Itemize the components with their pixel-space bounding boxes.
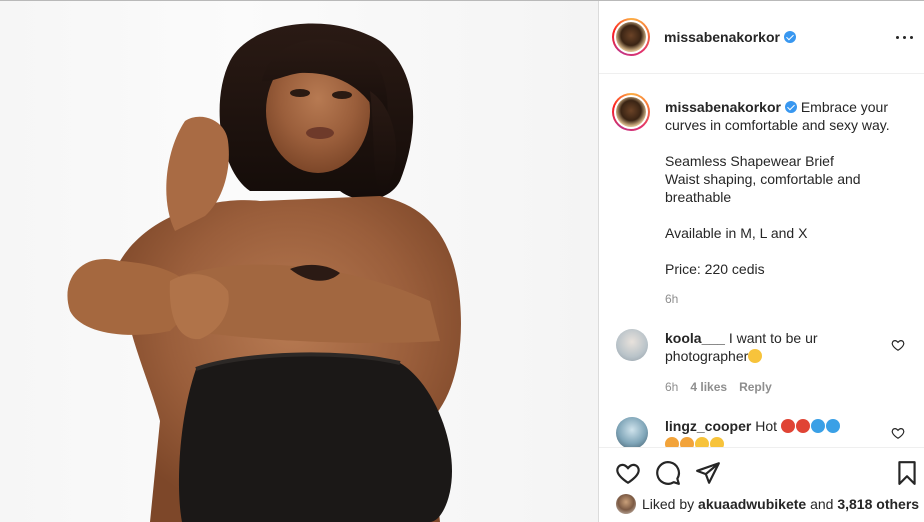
photo-illustration — [67, 23, 461, 522]
post-side-panel: missabenakorkor missabenakorkor Embrace … — [598, 1, 924, 522]
sweat-droplets-icon — [825, 419, 840, 433]
comment-likes[interactable]: 4 likes — [690, 380, 727, 394]
post-actions-bar: Liked by akuaadwubikete and 3,818 others — [599, 447, 924, 522]
laughing-emoji-icon — [748, 349, 763, 363]
comment-time[interactable]: 6h — [665, 380, 678, 394]
likes-connector: and — [810, 496, 834, 512]
likes-others-count[interactable]: 3,818 others — [837, 496, 919, 512]
author-username[interactable]: missabenakorkor — [664, 29, 780, 45]
reply-button[interactable]: Reply — [739, 380, 772, 394]
commenter-avatar[interactable] — [616, 417, 648, 449]
angry-emoji-icon — [780, 419, 795, 433]
angry-emoji-icon — [795, 419, 810, 433]
more-options-icon[interactable] — [895, 27, 915, 47]
comment-body: Hot — [755, 418, 778, 434]
liker-avatar[interactable] — [616, 494, 636, 514]
heart-icon[interactable] — [615, 460, 641, 486]
commenter-avatar[interactable] — [616, 329, 648, 361]
sweat-droplets-icon — [810, 419, 825, 433]
likes-summary: Liked by akuaadwubikete and 3,818 others — [616, 494, 919, 514]
likes-prefix: Liked by — [642, 496, 695, 512]
caption: missabenakorkor Embrace your curves in c… — [665, 98, 915, 278]
commenter-username[interactable]: lingz_cooper — [665, 418, 751, 434]
caption-username[interactable]: missabenakorkor — [665, 99, 781, 115]
author-name-row: missabenakorkor — [664, 29, 796, 47]
liker-username[interactable]: akuaadwubikete — [698, 496, 806, 512]
author-avatar[interactable] — [612, 18, 650, 56]
comment-like-icon[interactable] — [891, 426, 905, 440]
commenter-username[interactable]: koola___ — [665, 330, 725, 346]
bookmark-icon[interactable] — [894, 460, 920, 486]
share-icon[interactable] — [695, 460, 721, 486]
verified-badge-icon — [783, 31, 796, 43]
comment-like-icon[interactable] — [891, 338, 905, 352]
post-header: missabenakorkor — [599, 1, 924, 74]
post-photo[interactable] — [0, 1, 598, 522]
comment-text: koola___ I want to be ur photographer — [665, 329, 890, 365]
caption-timestamp[interactable]: 6h — [665, 292, 678, 306]
verified-badge-icon — [784, 101, 797, 113]
caption-body: Embrace your curves in comfortable and s… — [665, 99, 890, 277]
comment-icon[interactable] — [655, 460, 681, 486]
caption-author-avatar[interactable] — [612, 93, 650, 131]
comment-meta: 6h 4 likes Reply — [665, 380, 772, 394]
